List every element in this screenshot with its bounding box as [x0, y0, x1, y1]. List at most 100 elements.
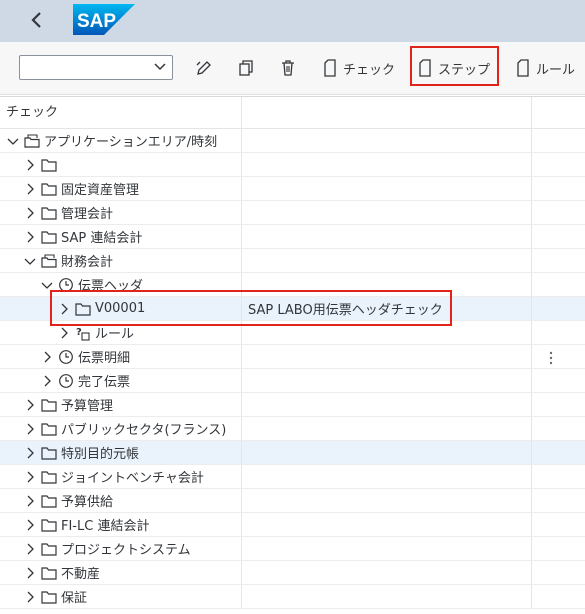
tree-row[interactable]: ジョイントベンチャ会計	[0, 465, 585, 489]
folder-icon	[41, 181, 57, 197]
back-button[interactable]	[22, 6, 52, 34]
document-icon	[324, 59, 336, 77]
column-header-description[interactable]	[242, 97, 532, 128]
tree-cell-description	[242, 153, 532, 176]
splitter-handle-icon[interactable]	[549, 350, 553, 366]
chevron-right-icon[interactable]	[23, 206, 37, 220]
chevron-right-icon[interactable]	[23, 542, 37, 556]
svg-text:SAP: SAP	[77, 11, 116, 32]
tree-cell-description	[242, 177, 532, 200]
tree-row[interactable]: 予算管理	[0, 393, 585, 417]
tree-cell-description	[242, 393, 532, 416]
check-tree-table: チェック アプリケーションエリア/時刻固定資産管理 管理会計 SAP 連結会計財務会…	[0, 96, 585, 614]
rule-icon: ?	[75, 325, 91, 341]
tree-cell-description	[242, 225, 532, 248]
tree-cell-description	[242, 369, 532, 392]
chevron-right-icon[interactable]	[23, 158, 37, 172]
tree-row[interactable]: 財務会計	[0, 249, 585, 273]
tree-node-label: 不動産	[61, 567, 101, 582]
folder-icon	[41, 397, 57, 413]
chevron-down-icon[interactable]	[6, 134, 20, 148]
tree-row[interactable]: 固定資産管理	[0, 177, 585, 201]
chevron-down-icon[interactable]	[23, 254, 37, 268]
tree-cell-check: 固定資産管理	[0, 177, 242, 200]
chevron-right-icon[interactable]	[23, 518, 37, 532]
tree-row[interactable]	[0, 153, 585, 177]
tree-node-label: 予算管理	[61, 399, 114, 414]
chevron-right-icon[interactable]	[23, 470, 37, 484]
tree-cell-description	[242, 249, 532, 272]
application-area-icon	[41, 253, 57, 269]
tree-row[interactable]: アプリケーションエリア/時刻	[0, 129, 585, 153]
tree-node-label: ジョイントベンチャ会計	[61, 471, 204, 486]
tree-node-label: 予算供給	[61, 495, 114, 510]
tree-row[interactable]: プロジェクトシステム	[0, 537, 585, 561]
chevron-right-icon[interactable]	[23, 182, 37, 196]
tree-row[interactable]: 不動産	[0, 561, 585, 585]
tree-cell-check: 完了伝票	[0, 369, 242, 392]
tree-cell-description	[242, 465, 532, 488]
copy-button[interactable]	[237, 55, 255, 81]
tree-row[interactable]: 保証	[0, 585, 585, 609]
tree-cell-description	[242, 585, 532, 608]
tree-node-label: 固定資産管理	[61, 183, 140, 198]
folder-icon	[41, 157, 57, 173]
sap-logo: SAP	[73, 4, 135, 35]
tree-cell-check	[0, 153, 242, 176]
tree-node-label: 保証	[61, 591, 88, 606]
tree-cell-description	[242, 417, 532, 440]
tree-row[interactable]: 特別目的元帳	[0, 441, 585, 465]
chevron-right-icon[interactable]	[23, 566, 37, 580]
svg-text:?: ?	[76, 327, 82, 338]
folder-icon	[41, 469, 57, 485]
variant-dropdown[interactable]	[19, 55, 173, 80]
table-header: チェック	[0, 97, 585, 129]
selected-row-highlight	[50, 290, 452, 326]
folder-icon	[41, 589, 57, 605]
folder-icon	[41, 445, 57, 461]
tree-node-label: プロジェクトシステム	[61, 543, 191, 558]
tree-row[interactable]: 予算供給	[0, 489, 585, 513]
tree-row[interactable]: 伝票明細	[0, 345, 585, 369]
tree-cell-description	[242, 489, 532, 512]
chevron-right-icon[interactable]	[23, 446, 37, 460]
tree-cell-description	[242, 561, 532, 584]
check-button[interactable]: チェック	[323, 55, 395, 81]
chevron-right-icon[interactable]	[40, 350, 54, 364]
tree-cell-check: パブリックセクタ(フランス)	[0, 417, 242, 440]
tree-cell-check: 伝票明細	[0, 345, 242, 368]
tree-row[interactable]: 完了伝票	[0, 369, 585, 393]
chevron-down-icon	[154, 63, 166, 71]
tree-node-label: 特別目的元帳	[61, 447, 140, 462]
edit-button[interactable]	[195, 55, 213, 81]
copy-icon	[239, 60, 253, 76]
check-button-label: チェック	[343, 62, 396, 78]
chevron-right-icon[interactable]	[23, 398, 37, 412]
tree-row[interactable]: FI-LC 連結会計	[0, 513, 585, 537]
tree-row[interactable]: SAP 連結会計	[0, 225, 585, 249]
edit-icon	[196, 61, 211, 75]
rule-button[interactable]: ルール	[516, 55, 575, 81]
tree-node-label: 管理会計	[61, 207, 114, 222]
tree-row[interactable]: 管理会計	[0, 201, 585, 225]
tree-cell-description	[242, 201, 532, 224]
delete-button[interactable]	[279, 55, 297, 81]
chevron-right-icon[interactable]	[23, 422, 37, 436]
tree-cell-check: 管理会計	[0, 201, 242, 224]
column-header-check[interactable]: チェック	[0, 97, 242, 128]
tree-node-label: 財務会計	[61, 255, 114, 270]
folder-icon	[41, 541, 57, 557]
folder-icon	[41, 205, 57, 221]
chevron-right-icon[interactable]	[23, 494, 37, 508]
tree-node-label: 完了伝票	[78, 375, 131, 390]
document-icon	[517, 59, 529, 77]
chevron-right-icon[interactable]	[57, 326, 71, 340]
tree-cell-check: 保証	[0, 585, 242, 608]
chevron-right-icon[interactable]	[40, 374, 54, 388]
tree-node-label: FI-LC 連結会計	[61, 519, 150, 534]
chevron-right-icon[interactable]	[23, 590, 37, 604]
step-button-highlight	[410, 46, 499, 86]
folder-icon	[41, 565, 57, 581]
chevron-right-icon[interactable]	[23, 230, 37, 244]
tree-row[interactable]: パブリックセクタ(フランス)	[0, 417, 585, 441]
